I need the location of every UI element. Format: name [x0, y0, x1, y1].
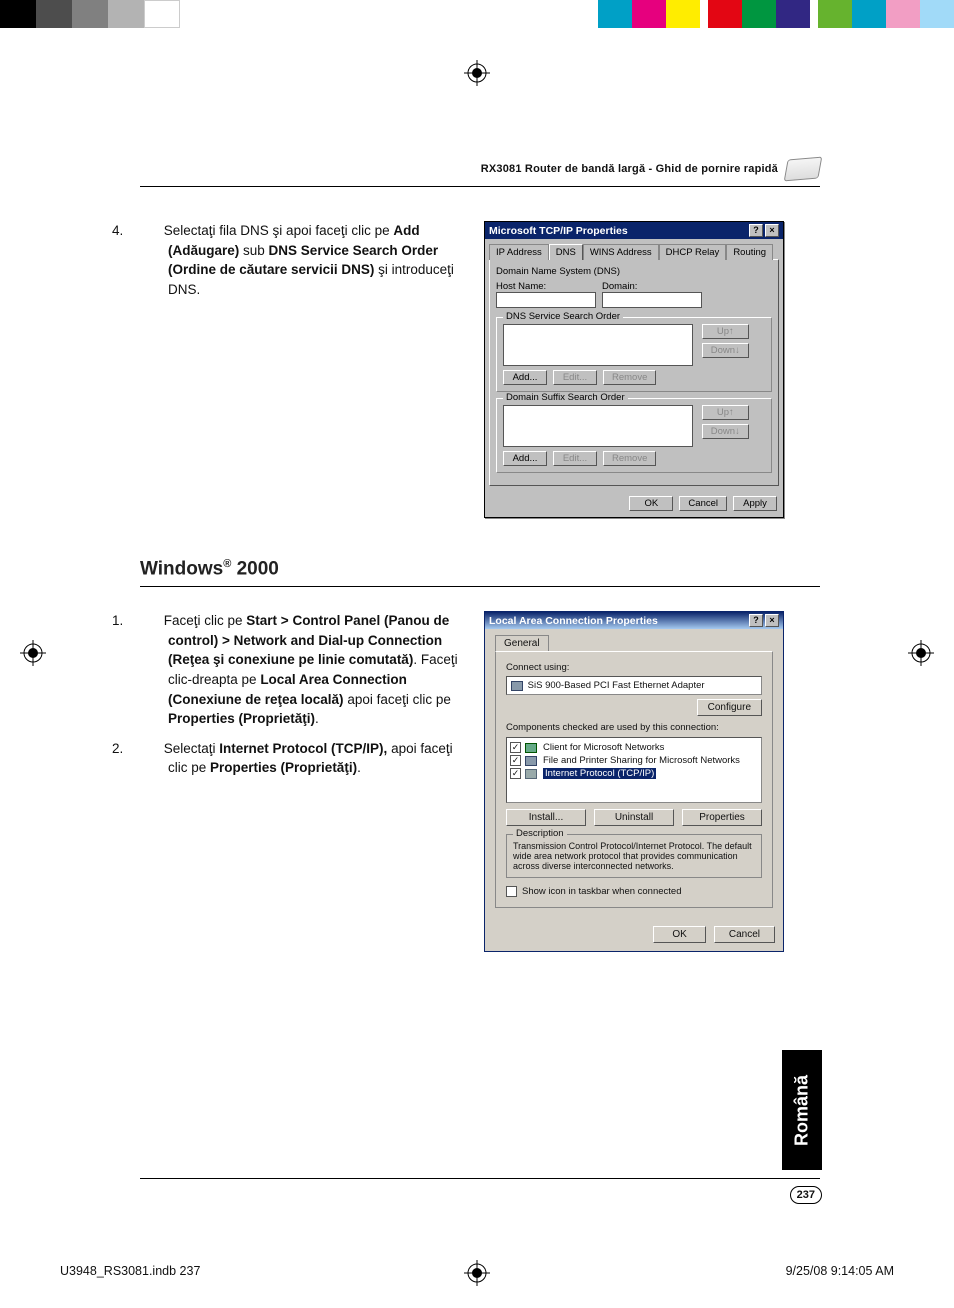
components-label: Components checked are used by this conn…: [506, 722, 762, 733]
dialog-title: Local Area Connection Properties: [489, 615, 658, 627]
remove-button-2[interactable]: Remove: [603, 451, 656, 466]
uninstall-button[interactable]: Uninstall: [594, 809, 674, 826]
tab-general[interactable]: General: [495, 635, 549, 651]
instruction-step-4: 4. Selectaţi fila DNS şi apoi faceţi cli…: [140, 221, 470, 518]
dialog-title: Microsoft TCP/IP Properties: [489, 225, 628, 237]
properties-button[interactable]: Properties: [682, 809, 762, 826]
edit-button[interactable]: Edit...: [553, 370, 597, 385]
service-icon: [525, 756, 537, 766]
help-button[interactable]: ?: [749, 614, 763, 627]
footer-rule: [140, 1178, 820, 1179]
edit-button-2[interactable]: Edit...: [553, 451, 597, 466]
apply-button[interactable]: Apply: [733, 496, 777, 511]
runhead-text: RX3081 Router de bandă largă - Ghid de p…: [481, 163, 778, 175]
tcpip-properties-dialog: Microsoft TCP/IP Properties ? × IP Addre…: [484, 221, 784, 518]
checkbox-icon[interactable]: ✓: [510, 742, 521, 753]
instruction-step-1: 1. Faceţi clic pe Start > Control Panel …: [168, 611, 470, 728]
footer-filename: U3948_RS3081.indb 237: [60, 1264, 200, 1278]
tab-wins[interactable]: WINS Address: [583, 244, 659, 260]
ok-button[interactable]: OK: [629, 496, 673, 511]
tab-dhcp-relay[interactable]: DHCP Relay: [659, 244, 727, 260]
cancel-button[interactable]: Cancel: [679, 496, 727, 511]
adapter-icon: [511, 681, 523, 691]
remove-button[interactable]: Remove: [603, 370, 656, 385]
domain-label: Domain:: [602, 281, 702, 292]
dns-search-order-label: DNS Service Search Order: [503, 311, 623, 322]
adapter-field: SiS 900-Based PCI Fast Ethernet Adapter: [506, 676, 762, 695]
print-footer: U3948_RS3081.indb 237 9/25/08 9:14:05 AM: [60, 1264, 894, 1278]
domain-input[interactable]: [602, 292, 702, 308]
page-number: 237: [790, 1186, 822, 1204]
add-button[interactable]: Add...: [503, 370, 547, 385]
description-box: Description Transmission Control Protoco…: [506, 834, 762, 878]
list-item[interactable]: ✓Client for Microsoft Networks: [510, 741, 758, 754]
section-heading-windows-2000: Windows® 2000: [140, 558, 820, 587]
dialog-titlebar: Local Area Connection Properties ? ×: [485, 612, 783, 629]
close-button[interactable]: ×: [765, 614, 779, 627]
close-button[interactable]: ×: [765, 224, 779, 237]
ok-button[interactable]: OK: [653, 926, 705, 943]
help-button[interactable]: ?: [749, 224, 763, 237]
instruction-step-2: 2. Selectaţi Internet Protocol (TCP/IP),…: [168, 739, 470, 778]
list-item[interactable]: ✓Internet Protocol (TCP/IP): [510, 767, 758, 780]
dns-search-listbox[interactable]: [503, 324, 693, 366]
registration-mark-icon: [464, 60, 490, 92]
dns-group-label: Domain Name System (DNS): [496, 266, 772, 277]
lan-connection-properties-dialog: Local Area Connection Properties ? × Gen…: [484, 611, 784, 952]
components-listbox[interactable]: ✓Client for Microsoft Networks ✓File and…: [506, 737, 762, 803]
host-name-input[interactable]: [496, 292, 596, 308]
down-button[interactable]: Down↓: [702, 343, 749, 358]
up-button[interactable]: Up↑: [702, 324, 749, 339]
router-icon: [784, 157, 823, 182]
cancel-button[interactable]: Cancel: [714, 926, 775, 943]
suffix-listbox[interactable]: [503, 405, 693, 447]
checkbox-icon[interactable]: ✓: [510, 768, 521, 779]
dialog-titlebar: Microsoft TCP/IP Properties ? ×: [485, 222, 783, 239]
dialog-tabs: IP Address DNS WINS Address DHCP Relay R…: [485, 239, 783, 259]
footer-timestamp: 9/25/08 9:14:05 AM: [786, 1264, 894, 1278]
tab-ip-address[interactable]: IP Address: [489, 244, 549, 260]
domain-suffix-label: Domain Suffix Search Order: [503, 392, 628, 403]
client-icon: [525, 743, 537, 753]
checkbox-icon[interactable]: ✓: [510, 755, 521, 766]
instruction-steps-win2000: 1. Faceţi clic pe Start > Control Panel …: [140, 611, 470, 952]
tab-routing[interactable]: Routing: [726, 244, 773, 260]
show-icon-checkbox-row[interactable]: Show icon in taskbar when connected: [506, 886, 762, 897]
host-name-label: Host Name:: [496, 281, 596, 292]
checkbox-icon[interactable]: [506, 886, 517, 897]
registration-mark-icon: [908, 640, 934, 672]
language-tab: Română: [782, 1050, 822, 1170]
list-item[interactable]: ✓File and Printer Sharing for Microsoft …: [510, 754, 758, 767]
install-button[interactable]: Install...: [506, 809, 586, 826]
up-button-2[interactable]: Up↑: [702, 405, 749, 420]
add-button-2[interactable]: Add...: [503, 451, 547, 466]
protocol-icon: [525, 769, 537, 779]
registration-mark-icon: [20, 640, 46, 672]
connect-using-label: Connect using:: [506, 662, 762, 673]
color-calibration-bar: [0, 0, 954, 28]
down-button-2[interactable]: Down↓: [702, 424, 749, 439]
tab-dns[interactable]: DNS: [549, 244, 583, 260]
configure-button[interactable]: Configure: [697, 699, 762, 716]
page-content: RX3081 Router de bandă largă - Ghid de p…: [140, 158, 820, 952]
running-header: RX3081 Router de bandă largă - Ghid de p…: [140, 158, 820, 187]
